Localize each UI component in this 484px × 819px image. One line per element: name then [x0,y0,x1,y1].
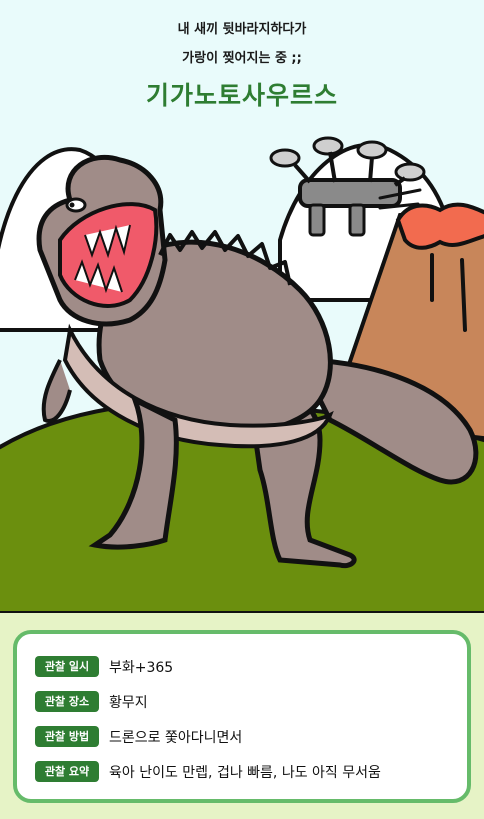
subtitle-line-1: 내 새끼 뒷바라지하다가 [177,22,307,37]
info-row-summary: 관찰 요약 육아 난이도 만렙, 겁나 빠름, 나도 아직 무서움 [35,754,467,789]
info-row-place: 관찰 장소 황무지 [35,684,467,719]
info-value: 황무지 [109,694,148,711]
info-value: 부화+365 [109,659,174,676]
info-label: 관찰 요약 [35,761,99,782]
info-row-datetime: 관찰 일시 부화+365 [35,649,467,684]
info-label: 관찰 일시 [35,656,99,677]
info-section: 관찰 일시 부화+365 관찰 장소 황무지 관찰 방법 드론으로 쫓아다니면서… [0,613,484,819]
info-value: 드론으로 쫓아다니면서 [109,729,243,746]
info-value: 육아 난이도 만렙, 겁나 빠름, 나도 아직 무서움 [109,764,381,781]
subtitle-line-2: 가랑이 찢어지는 중 ;; [182,51,302,66]
page-title: 기가노토사우르스 [145,81,338,110]
observation-card: 관찰 일시 부화+365 관찰 장소 황무지 관찰 방법 드론으로 쫓아다니면서… [13,630,471,803]
info-label: 관찰 방법 [35,726,99,747]
info-row-method: 관찰 방법 드론으로 쫓아다니면서 [35,719,467,754]
info-label: 관찰 장소 [35,691,99,712]
illustration-panel: 내 새끼 뒷바라지하다가 가랑이 찢어지는 중 ;; 기가노토사우르스 [0,0,484,613]
